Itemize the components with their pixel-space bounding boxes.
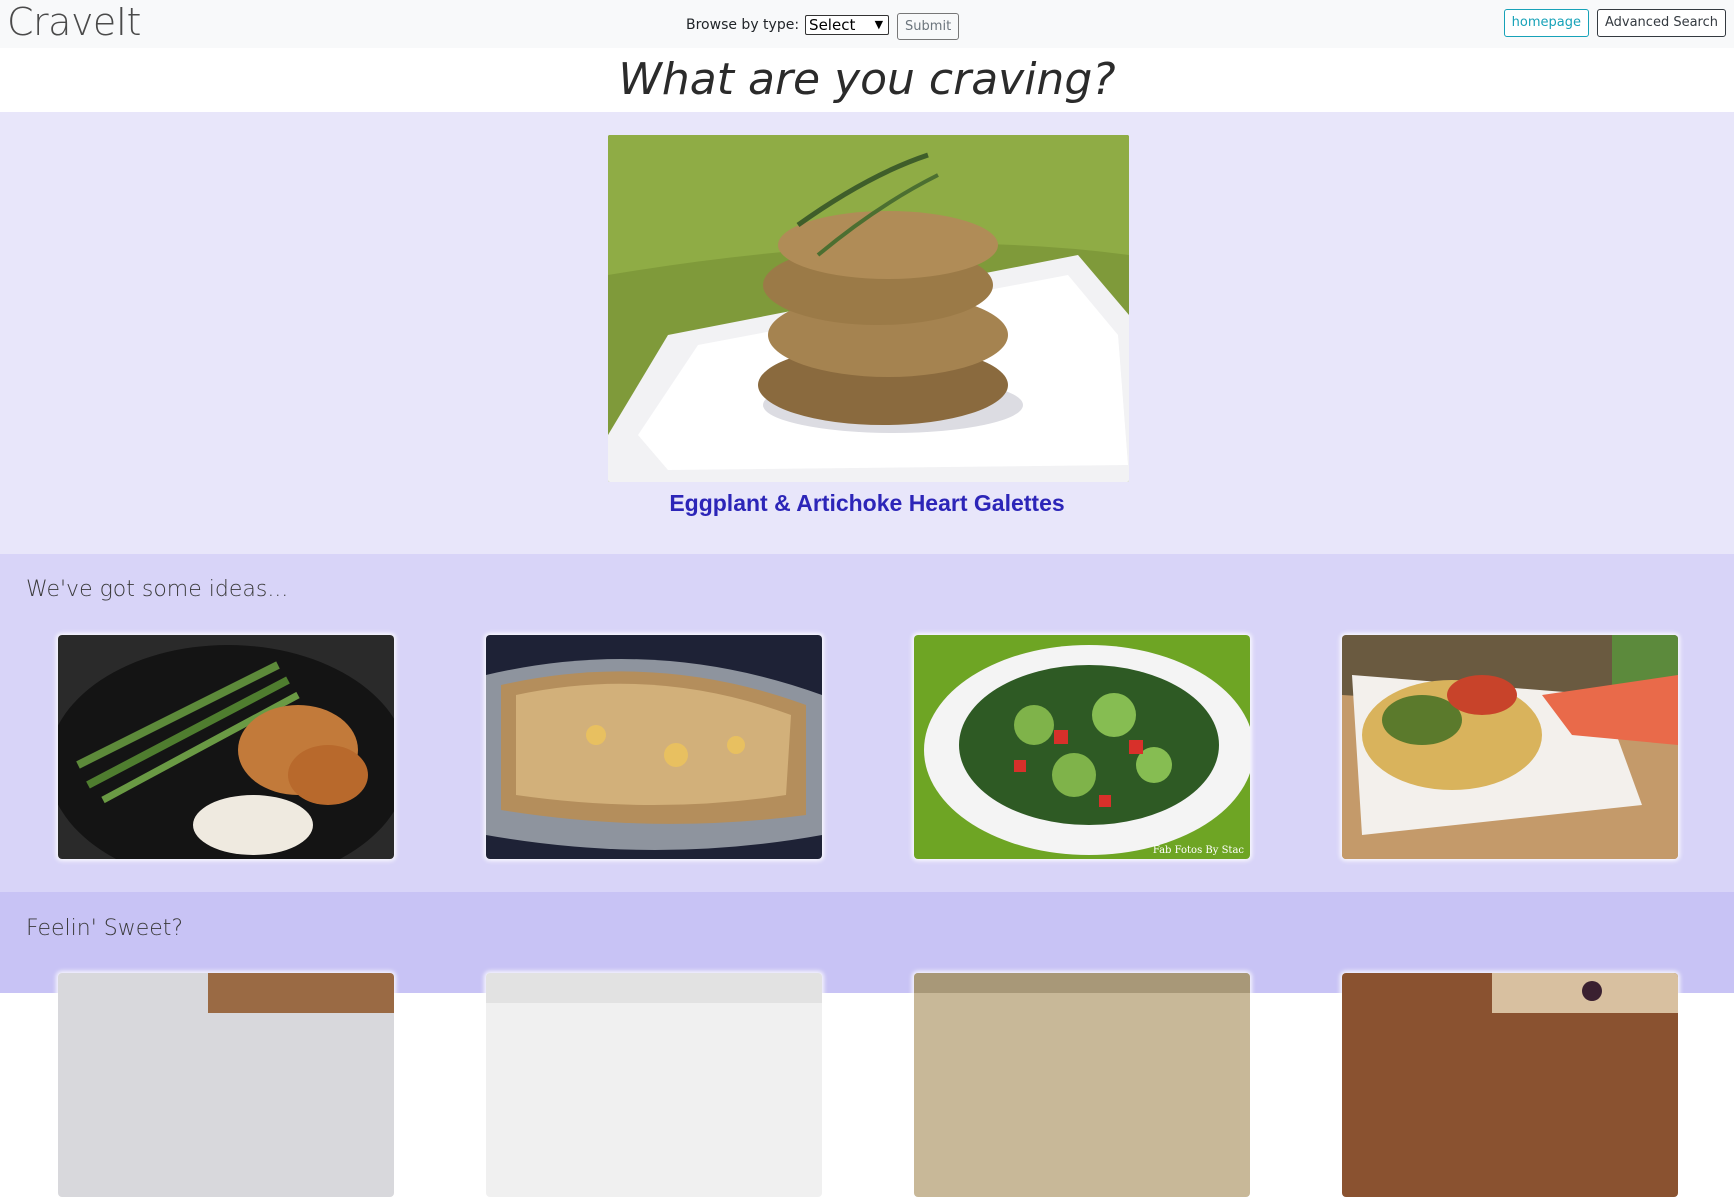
recipe-card[interactable] xyxy=(486,973,822,1197)
sweet-section: Feelin' Sweet? xyxy=(0,892,1734,1197)
submit-button[interactable]: Submit xyxy=(897,13,960,40)
hero-banner: What are you craving? xyxy=(0,48,1734,112)
dessert-photo-1 xyxy=(58,973,394,1197)
watermark-text: Fab Fotos By Stac xyxy=(1153,845,1245,856)
baked-casserole-photo xyxy=(486,635,822,859)
ideas-heading: We've got some ideas... xyxy=(26,577,289,602)
recipe-card[interactable] xyxy=(58,973,394,1197)
dessert-photo-4 xyxy=(1342,973,1678,1197)
top-navbar: CraveIt Browse by type: Select ▼ Submit … xyxy=(0,0,1734,48)
recipe-card[interactable] xyxy=(486,635,822,859)
browse-label: Browse by type: xyxy=(686,16,800,33)
chevron-down-icon: ▼ xyxy=(874,17,884,31)
recipe-card[interactable] xyxy=(914,973,1250,1197)
galettes-photo xyxy=(608,135,1129,482)
recipe-card[interactable] xyxy=(1342,635,1678,859)
browse-by-type-form: Browse by type: Select ▼ Submit xyxy=(686,9,960,40)
dessert-photo-2 xyxy=(486,973,822,1197)
browse-type-select[interactable]: Select ▼ xyxy=(805,14,890,35)
featured-recipe-title[interactable]: Eggplant & Artichoke Heart Galettes xyxy=(0,490,1734,517)
recipe-card[interactable] xyxy=(1342,973,1678,1197)
cucumber-tomato-salad-photo: Fab Fotos By Stac xyxy=(914,635,1250,859)
frittata-salsa-photo xyxy=(1342,635,1678,859)
dessert-photo-3 xyxy=(914,973,1250,1197)
advanced-search-button[interactable]: Advanced Search xyxy=(1596,9,1726,37)
nav-actions: homepage Advanced Search xyxy=(1503,9,1726,37)
featured-recipe-section: Eggplant & Artichoke Heart Galettes xyxy=(0,112,1734,554)
brand-logo[interactable]: CraveIt xyxy=(7,0,141,44)
ideas-section: We've got some ideas... Fab Fotos By Sta… xyxy=(0,554,1734,892)
sweet-heading: Feelin' Sweet? xyxy=(26,916,184,941)
featured-recipe-image[interactable] xyxy=(608,135,1129,482)
curry-asparagus-rice-photo xyxy=(58,635,394,859)
page-title: What are you craving? xyxy=(618,54,1116,105)
homepage-button[interactable]: homepage xyxy=(1503,9,1589,37)
browse-select-value: Select xyxy=(809,15,856,34)
recipe-card[interactable] xyxy=(58,635,394,859)
recipe-card[interactable]: Fab Fotos By Stac xyxy=(914,635,1250,859)
